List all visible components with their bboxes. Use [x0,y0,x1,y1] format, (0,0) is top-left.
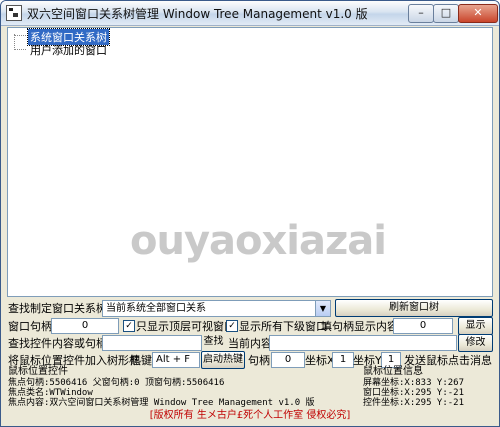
find-window-label: 查找制定窗口关系树 [8,302,107,315]
hotkey-field[interactable]: Alt + F [152,352,200,368]
handle-field[interactable]: 0 [51,318,119,334]
maximize-button[interactable]: □ [433,4,459,23]
window-coord-line: 窗口坐标:X:295 Y:-21 [363,388,465,398]
refresh-tree-button[interactable]: 刷新窗口树 [335,299,493,317]
start-hotkey-button[interactable]: 启动热键 [201,351,245,369]
relation-select[interactable]: 当前系统全部窗口关系 ▼ [102,300,331,317]
main-window: 双六空间窗口关系树管理 Window Tree Management v1.0 … [0,0,500,427]
coord-x-field[interactable]: 1 [332,352,354,368]
minimize-button[interactable]: – [408,4,434,23]
tree-connector [14,34,16,50]
mouse-info-header: 鼠标位置信息 [363,366,423,377]
fill-handle-field[interactable]: 0 [393,318,453,334]
handle-label: 窗口句柄 [8,320,52,333]
current-content-field[interactable] [269,335,457,351]
tree-node-user[interactable]: 用户添加的窗口 [28,42,109,58]
title-bar[interactable]: 双六空间窗口关系树管理 Window Tree Management v1.0 … [1,1,499,26]
window-title: 双六空间窗口关系树管理 Window Tree Management v1.0 … [27,6,368,21]
current-content-label: 当前内容 [228,337,272,350]
tree-connector [14,35,26,36]
relation-select-value: 当前系统全部窗口关系 [106,303,206,314]
watermark: ouyaoxiazai [130,218,387,264]
close-button[interactable]: ✕ [458,4,498,23]
coord-x-label: 坐标X [305,354,335,367]
find-button[interactable]: 查找 [201,334,226,350]
screen-coord-line: 屏幕坐标:X:833 Y:267 [363,378,465,388]
handle2-field[interactable]: 0 [271,352,305,368]
focus-class-line: 焦点类名:WTWindow [8,388,93,398]
show-button[interactable]: 显示 [458,317,493,335]
copyright-footer: [版权所有 生メ古户£死个人工作室 侵权必究] [149,410,351,421]
modify-button[interactable]: 修改 [458,334,493,352]
hotkey-label: 热键 [130,354,152,367]
tree-connector [14,49,26,50]
window-tree-view[interactable]: 系统窗口关系树 用户添加的窗口 ouyaoxiazai [7,27,493,297]
fill-handle-label: 填句柄显示内容 [321,320,398,333]
show-children-label: 显示所有下级窗口 [239,320,327,333]
handle2-label: 句柄 [248,354,270,367]
show-children-checkbox[interactable]: ✓ [226,320,238,332]
top-visible-checkbox[interactable]: ✓ [123,320,135,332]
chevron-down-icon[interactable]: ▼ [315,301,330,316]
mouse-control-header: 鼠标位置控件 [8,366,68,377]
focus-handle-line: 焦点句柄:5506416 父窗句柄:0 顶窗句柄:5506416 [8,378,225,388]
find-content-label: 查找控件内容或句柄 [8,337,107,350]
find-content-field[interactable] [102,335,202,351]
app-icon [6,5,22,21]
top-visible-label: 只显示顶层可视窗口 [136,320,235,333]
